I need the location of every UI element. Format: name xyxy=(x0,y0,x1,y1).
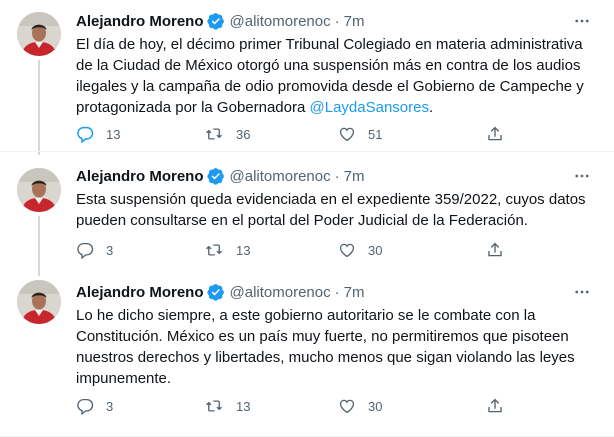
share-button[interactable] xyxy=(486,124,504,144)
share-button[interactable] xyxy=(486,396,504,416)
reply-button[interactable]: 3 xyxy=(76,396,113,416)
reply-button[interactable]: 13 xyxy=(76,124,120,144)
retweet-count: 13 xyxy=(236,242,251,258)
timestamp[interactable]: 7m xyxy=(344,168,365,185)
retweet-button[interactable]: 13 xyxy=(204,240,250,260)
more-icon[interactable] xyxy=(572,166,592,186)
tweet-text: Lo he dicho siempre, a este gobierno aut… xyxy=(76,307,575,387)
share-button[interactable] xyxy=(486,240,504,260)
timestamp[interactable]: 7m xyxy=(344,284,365,301)
tweet[interactable]: Alejandro Moreno @alitomorenoc · 7m Lo h… xyxy=(0,272,614,437)
author-handle[interactable]: @alitomorenoc xyxy=(230,284,331,301)
tweet-actions: 13 36 51 xyxy=(76,124,596,144)
tweet-text-end: . xyxy=(428,99,434,116)
mention-link[interactable]: @LaydaSansores xyxy=(310,99,429,116)
like-icon xyxy=(338,241,356,259)
retweet-icon xyxy=(204,397,224,415)
more-icon[interactable] xyxy=(572,11,592,31)
tweet-thread: Alejandro Moreno @alitomorenoc · 7m El d… xyxy=(0,0,614,437)
tweet[interactable]: Alejandro Moreno @alitomorenoc · 7m Esta… xyxy=(0,152,614,272)
tweet[interactable]: Alejandro Moreno @alitomorenoc · 7m El d… xyxy=(0,0,614,152)
more-icon[interactable] xyxy=(572,282,592,302)
like-button[interactable]: 30 xyxy=(338,240,382,260)
reply-button[interactable]: 3 xyxy=(76,240,113,260)
tweet-header: Alejandro Moreno @alitomorenoc · 7m xyxy=(76,166,364,186)
share-icon xyxy=(486,397,504,415)
share-icon xyxy=(486,125,504,143)
author-handle[interactable]: @alitomorenoc xyxy=(230,168,331,185)
like-button[interactable]: 30 xyxy=(338,396,382,416)
reply-icon xyxy=(76,397,94,415)
like-count: 51 xyxy=(368,126,383,142)
reply-icon xyxy=(76,241,94,259)
reply-count: 3 xyxy=(106,242,114,258)
author-handle[interactable]: @alitomorenoc xyxy=(230,13,331,30)
reply-count: 13 xyxy=(106,126,121,142)
verified-badge-icon xyxy=(206,283,225,301)
tweet-actions: 3 13 30 xyxy=(76,240,596,260)
retweet-button[interactable]: 13 xyxy=(204,396,250,416)
avatar[interactable] xyxy=(17,12,61,56)
reply-icon xyxy=(76,125,94,143)
separator-dot: · xyxy=(334,12,340,30)
retweet-button[interactable]: 36 xyxy=(204,124,250,144)
tweet-text: El día de hoy, el décimo primer Tribunal… xyxy=(76,34,596,118)
reply-count: 3 xyxy=(106,398,114,414)
verified-badge-icon xyxy=(206,12,225,30)
like-button[interactable]: 51 xyxy=(338,124,382,144)
verified-badge-icon xyxy=(206,167,225,185)
author-name[interactable]: Alejandro Moreno xyxy=(76,168,204,185)
avatar[interactable] xyxy=(17,168,61,212)
separator-dot: · xyxy=(334,283,340,301)
avatar[interactable] xyxy=(17,280,61,324)
retweet-icon xyxy=(204,125,224,143)
retweet-count: 13 xyxy=(236,398,251,414)
author-name[interactable]: Alejandro Moreno xyxy=(76,13,204,30)
timestamp[interactable]: 7m xyxy=(344,13,365,30)
tweet-text: Esta suspensión queda evidenciada en el … xyxy=(76,191,586,229)
like-count: 30 xyxy=(368,242,383,258)
tweet-header: Alejandro Moreno @alitomorenoc · 7m xyxy=(76,11,364,31)
author-name[interactable]: Alejandro Moreno xyxy=(76,284,204,301)
share-icon xyxy=(486,241,504,259)
like-count: 30 xyxy=(368,398,383,414)
tweet-actions: 3 13 30 xyxy=(76,396,596,416)
like-icon xyxy=(338,397,356,415)
retweet-count: 36 xyxy=(236,126,251,142)
retweet-icon xyxy=(204,241,224,259)
tweet-header: Alejandro Moreno @alitomorenoc · 7m xyxy=(76,282,364,302)
like-icon xyxy=(338,125,356,143)
separator-dot: · xyxy=(334,167,340,185)
